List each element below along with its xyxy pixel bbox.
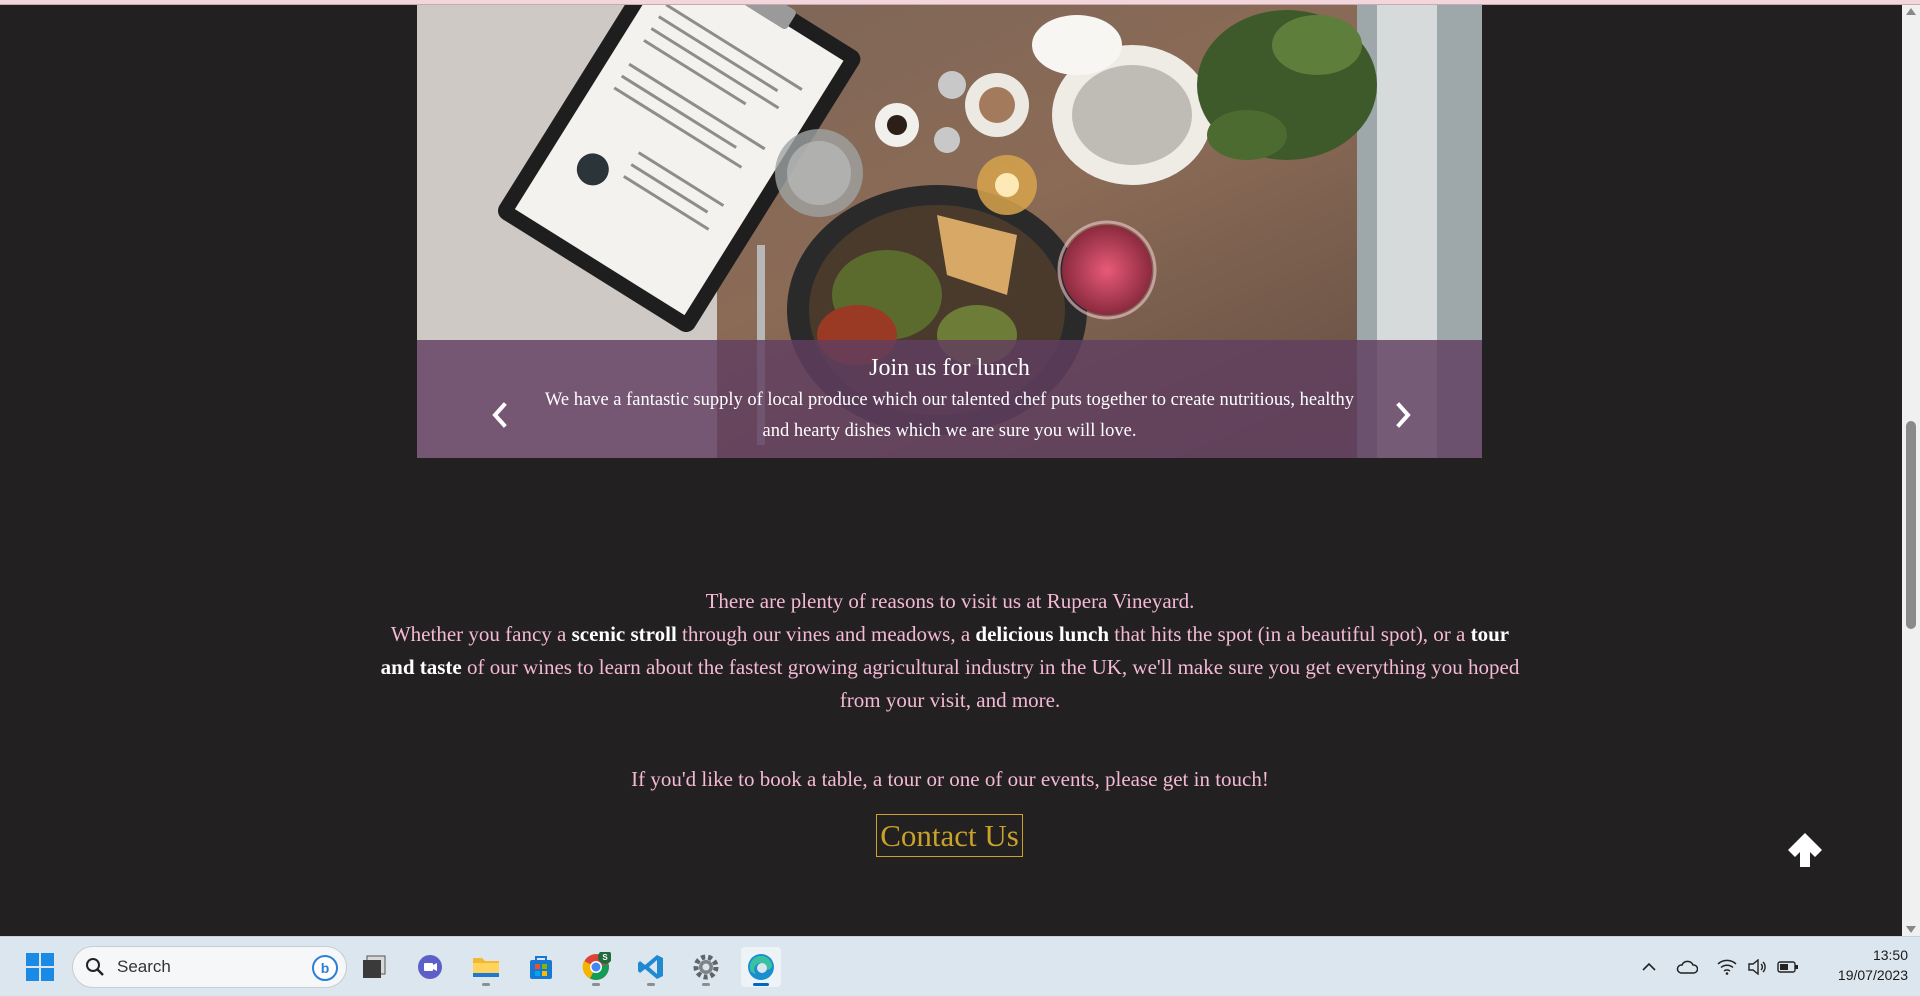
taskbar-task-view[interactable] <box>354 947 394 987</box>
scroll-up-arrow-icon[interactable] <box>1906 8 1916 15</box>
windows-taskbar: Search b S 13:50 19/07/2023 <box>0 936 1920 996</box>
wifi-status[interactable] <box>1715 955 1739 979</box>
teams-chat-icon <box>418 955 442 979</box>
cloud-icon <box>1676 960 1698 974</box>
taskbar-search[interactable]: Search b <box>72 946 347 988</box>
folder-icon <box>473 958 499 977</box>
taskbar-microsoft-store[interactable] <box>521 947 561 987</box>
search-icon <box>86 958 104 976</box>
search-placeholder: Search <box>117 957 171 976</box>
chevron-left-icon <box>492 402 507 428</box>
booking-prompt: If you'd like to book a table, a tour or… <box>631 767 1269 791</box>
carousel-caption: Join us for lunch We have a fantastic su… <box>417 340 1482 458</box>
intro-paragraph: Whether you fancy a scenic stroll throug… <box>380 618 1520 717</box>
clock-date: 19/07/2023 <box>1837 967 1908 983</box>
onedrive-button[interactable] <box>1675 955 1699 979</box>
wifi-icon <box>1717 959 1737 975</box>
taskbar-clock[interactable]: 13:50 19/07/2023 <box>1808 945 1908 985</box>
microsoft-store-icon <box>530 956 552 979</box>
page-viewport: Join us for lunch We have a fantastic su… <box>0 5 1902 936</box>
highlight-delicious-lunch: delicious lunch <box>975 622 1110 646</box>
caption-title: Join us for lunch <box>869 355 1030 381</box>
edge-icon <box>748 954 774 980</box>
back-to-top-button[interactable] <box>1783 828 1827 872</box>
active-indicator <box>753 983 769 986</box>
scrollbar-thumb[interactable] <box>1906 421 1916 629</box>
chevron-up-icon <box>1642 962 1656 971</box>
volume-control[interactable] <box>1745 955 1769 979</box>
clock-time: 13:50 <box>1872 947 1908 963</box>
taskbar-chrome[interactable]: S <box>576 947 616 987</box>
carousel-next-button[interactable] <box>1389 400 1419 430</box>
running-indicator <box>592 983 600 986</box>
taskbar-settings[interactable] <box>686 947 726 987</box>
bing-icon[interactable]: b <box>312 955 338 981</box>
running-indicator <box>647 983 655 986</box>
battery-status[interactable] <box>1776 955 1800 979</box>
speaker-icon <box>1748 959 1766 975</box>
intro-text: of our wines to learn about the fastest … <box>461 655 1520 712</box>
taskbar-vscode[interactable] <box>631 947 671 987</box>
page-scrollbar[interactable] <box>1902 5 1920 936</box>
taskbar-edge[interactable] <box>741 947 781 987</box>
lunch-carousel: Join us for lunch We have a fantastic su… <box>417 5 1482 458</box>
start-button[interactable] <box>20 947 60 987</box>
arrow-up-icon <box>1788 833 1822 867</box>
chevron-right-icon <box>1396 402 1411 428</box>
vscode-icon <box>638 955 663 979</box>
taskbar-teams-chat[interactable] <box>410 947 450 987</box>
battery-icon <box>1777 961 1798 973</box>
intro-text: through our vines and meadows, a <box>676 622 976 646</box>
caption-text: We have a fantastic supply of local prod… <box>544 390 1355 441</box>
taskbar-file-explorer[interactable] <box>466 947 506 987</box>
contact-us-button[interactable]: Contact Us <box>876 814 1023 857</box>
windows-start-icon <box>26 953 54 981</box>
file-explorer-window-icon <box>363 955 386 978</box>
highlight-scenic-stroll: scenic stroll <box>571 622 677 646</box>
intro-line: There are plenty of reasons to visit us … <box>705 589 1195 613</box>
carousel-prev-button[interactable] <box>484 400 514 430</box>
running-indicator <box>702 983 710 986</box>
scroll-down-arrow-icon[interactable] <box>1906 926 1916 933</box>
visit-intro: There are plenty of reasons to visit us … <box>380 585 1520 717</box>
intro-text: Whether you fancy a <box>390 622 572 646</box>
intro-text: that hits the spot (in a beautiful spot)… <box>1109 622 1471 646</box>
settings-icon <box>693 954 719 980</box>
chrome-icon: S <box>582 952 611 980</box>
chrome-profile-badge: S <box>602 953 608 962</box>
show-hidden-icons-button[interactable] <box>1637 955 1661 979</box>
running-indicator <box>482 983 490 986</box>
